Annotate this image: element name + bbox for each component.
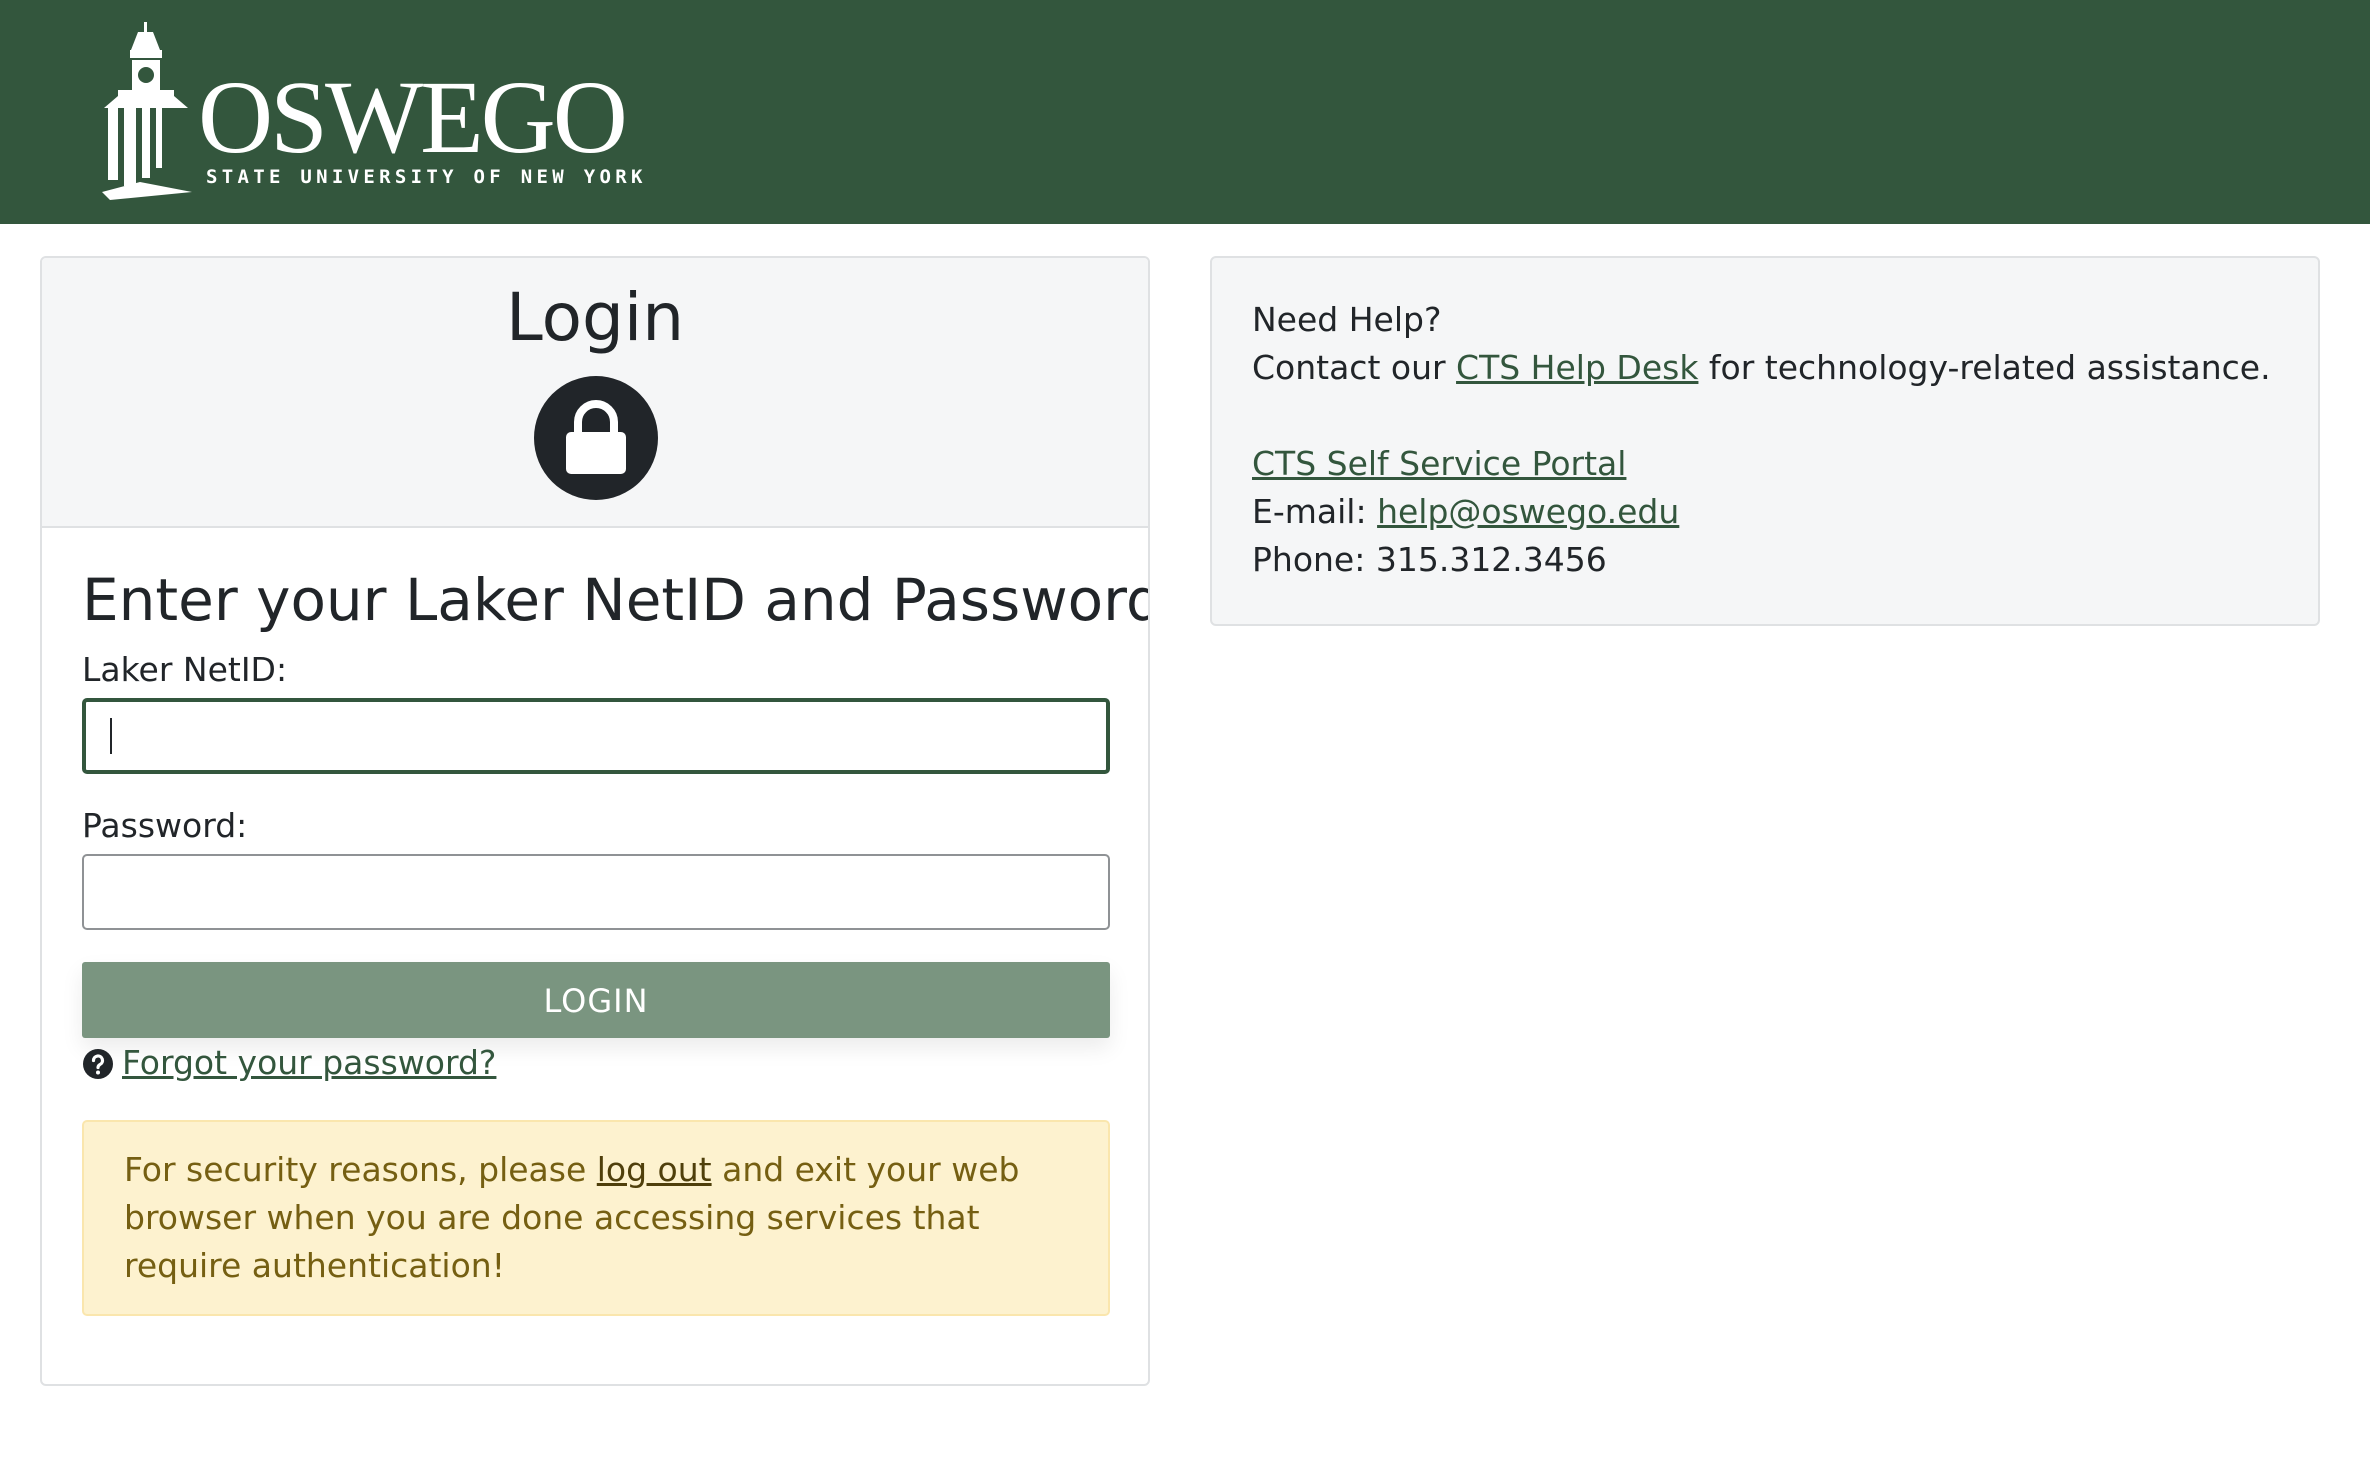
phone-value: 315.312.3456 bbox=[1375, 540, 1607, 579]
password-input[interactable] bbox=[82, 854, 1110, 930]
site-header: OSWEGO STATE UNIVERSITY OF NEW YORK bbox=[0, 0, 2370, 224]
login-heading: Enter your Laker NetID and Password bbox=[82, 566, 1150, 634]
phone-label: Phone: bbox=[1252, 540, 1376, 579]
logo-wordmark: OSWEGO bbox=[198, 60, 628, 175]
help-portal-line: CTS Self Service Portal bbox=[1252, 440, 2278, 488]
password-label: Password: bbox=[82, 806, 248, 845]
login-title: Login bbox=[505, 279, 685, 356]
self-service-portal-link[interactable]: CTS Self Service Portal bbox=[1252, 444, 1626, 483]
help-title: Need Help? bbox=[1252, 300, 1442, 339]
clock-tower-icon bbox=[102, 22, 192, 200]
logout-link[interactable]: log out bbox=[597, 1150, 712, 1189]
help-spacer bbox=[1252, 392, 2278, 440]
login-button[interactable]: LOGIN bbox=[82, 962, 1110, 1038]
question-circle-icon bbox=[83, 1049, 113, 1079]
help-email-line: E-mail: help@oswego.edu bbox=[1252, 488, 2278, 536]
logo-subtitle: STATE UNIVERSITY OF NEW YORK bbox=[206, 166, 647, 188]
email-label: E-mail: bbox=[1252, 492, 1378, 531]
text-caret bbox=[110, 718, 112, 754]
security-notice-text-before: For security reasons, please bbox=[124, 1150, 597, 1189]
email-link[interactable]: help@oswego.edu bbox=[1377, 492, 1679, 531]
netid-label: Laker NetID: bbox=[82, 650, 288, 689]
help-contact-line: Contact our CTS Help Desk for technology… bbox=[1252, 344, 2278, 392]
security-notice: For security reasons, please log out and… bbox=[82, 1120, 1110, 1316]
lock-icon bbox=[534, 376, 658, 500]
help-desk-link[interactable]: CTS Help Desk bbox=[1456, 348, 1698, 387]
help-card: Need Help? Contact our CTS Help Desk for… bbox=[1210, 256, 2320, 626]
help-phone-line: Phone: 315.312.3456 bbox=[1252, 536, 2278, 584]
forgot-password-link[interactable]: Forgot your password? bbox=[122, 1040, 496, 1086]
netid-input[interactable] bbox=[82, 698, 1110, 774]
login-card: Login Enter your Laker NetID and Passwor… bbox=[40, 256, 1150, 1386]
login-card-header: Login bbox=[42, 258, 1148, 528]
help-contact-prefix: Contact our bbox=[1252, 348, 1457, 387]
oswego-logo[interactable]: OSWEGO STATE UNIVERSITY OF NEW YORK bbox=[100, 22, 642, 202]
help-contact-suffix: for technology-related assistance. bbox=[1698, 348, 2271, 387]
